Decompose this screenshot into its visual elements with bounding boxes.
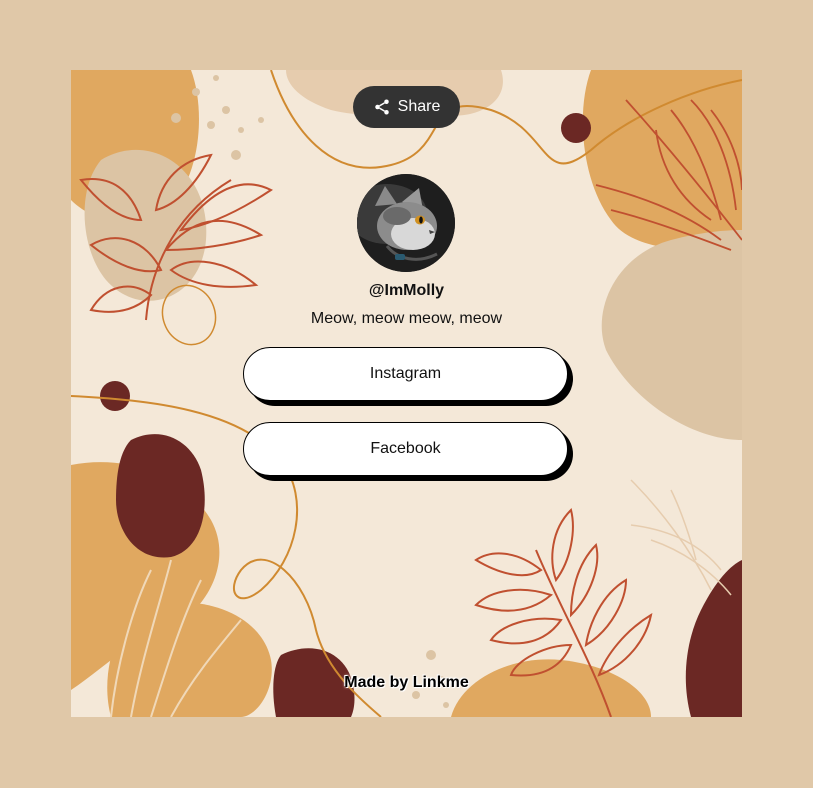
username: @ImMolly [368,282,445,299]
bio: Meow, meow meow, meow [310,310,503,327]
share-button[interactable]: Share [353,86,460,128]
share-icon [374,99,389,115]
profile-card: Share @ImMolly Meow, meow meow, meow Ins… [71,70,742,717]
instagram-link-button[interactable]: Instagram [243,347,568,401]
avatar [357,174,455,272]
made-by-footer[interactable]: Made by Linkme [71,674,742,692]
cat-photo [357,174,455,272]
share-label: Share [397,98,441,115]
facebook-link-button[interactable]: Facebook [243,422,568,476]
